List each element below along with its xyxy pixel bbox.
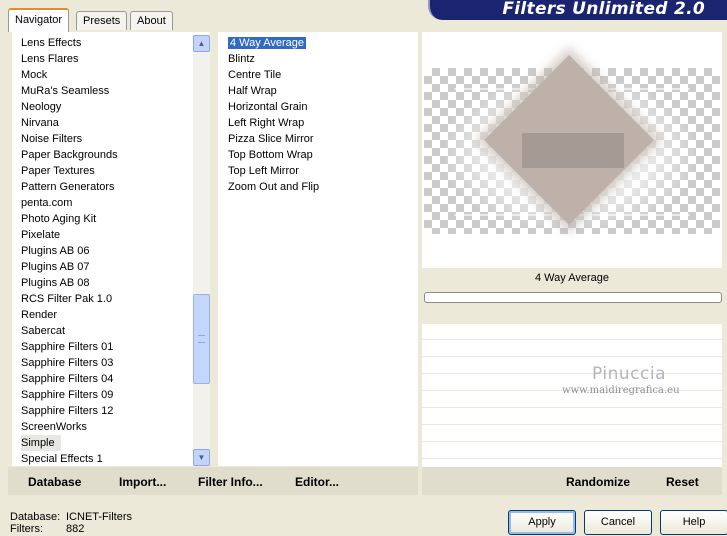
watermark-site: www.maidiregrafica.eu	[562, 385, 680, 396]
progress-bar	[424, 292, 722, 303]
tab-about[interactable]: About	[130, 11, 173, 30]
filter-item[interactable]: Pizza Slice Mirror	[228, 131, 319, 147]
category-item[interactable]: Special Effects 1	[21, 451, 118, 467]
filter-item[interactable]: Top Bottom Wrap	[228, 147, 319, 163]
category-scrollbar[interactable]: ▲ ▼	[193, 35, 210, 466]
category-item[interactable]: Lens Effects	[21, 35, 118, 51]
category-item[interactable]: Paper Backgrounds	[21, 147, 118, 163]
filter-item[interactable]: Blintz	[228, 51, 319, 67]
category-item[interactable]: penta.com	[21, 195, 118, 211]
filter-list: 4 Way Average Blintz Centre Tile Half Wrap H…	[228, 35, 319, 195]
tab-navigator[interactable]: Navigator	[8, 8, 70, 32]
reset-button[interactable]: Reset	[666, 475, 699, 489]
tab-presets[interactable]: Presets	[76, 11, 128, 30]
filter-info-button[interactable]: Filter Info...	[198, 475, 263, 489]
category-item[interactable]: Plugins AB 08	[21, 275, 118, 291]
category-item[interactable]: Sapphire Filters 09	[21, 387, 118, 403]
randomize-button[interactable]: Randomize	[566, 475, 630, 489]
category-item[interactable]: Plugins AB 07	[21, 259, 118, 275]
category-item[interactable]: Sapphire Filters 12	[21, 403, 118, 419]
category-item[interactable]: Simple	[21, 435, 61, 451]
category-item[interactable]: RCS Filter Pak 1.0	[21, 291, 118, 307]
filter-item-label: Blintz	[228, 53, 255, 65]
category-item[interactable]: Sabercat	[21, 323, 118, 339]
category-item[interactable]: Mock	[21, 67, 118, 83]
database-value: ICNET-Filters	[66, 511, 132, 523]
category-list-panel: Lens Effects Lens Flares Mock MuRa's Seamle…	[12, 32, 210, 466]
category-item[interactable]: Sapphire Filters 01	[21, 339, 118, 355]
scrollbar-thumb[interactable]	[193, 294, 210, 384]
filter-item-label: Pizza Slice Mirror	[228, 133, 314, 145]
category-item[interactable]: Render	[21, 307, 118, 323]
category-list: Lens Effects Lens Flares Mock MuRa's Seamle…	[21, 35, 118, 467]
category-item[interactable]: Pixelate	[21, 227, 118, 243]
filter-item[interactable]: Half Wrap	[228, 83, 319, 99]
filter-item[interactable]: Horizontal Grain	[228, 99, 319, 115]
filter-item-label: Top Left Mirror	[228, 165, 299, 177]
category-item[interactable]: Noise Filters	[21, 131, 118, 147]
watermark-name: Pinuccia	[592, 364, 666, 384]
app-title: Filters Unlimited 2.0	[502, 0, 705, 19]
category-item[interactable]: MuRa's Seamless	[21, 83, 118, 99]
filter-item-label: Half Wrap	[228, 85, 277, 97]
editor-button[interactable]: Editor...	[295, 475, 339, 489]
category-item[interactable]: Photo Aging Kit	[21, 211, 118, 227]
filter-item-label: Top Bottom Wrap	[228, 149, 313, 161]
filter-list-panel: 4 Way Average Blintz Centre Tile Half Wrap H…	[218, 32, 418, 466]
category-item[interactable]: Paper Textures	[21, 163, 118, 179]
filter-item-label: Centre Tile	[228, 69, 282, 81]
filter-item-label: Horizontal Grain	[228, 101, 308, 113]
app-banner: Filters Unlimited 2.0	[428, 0, 727, 20]
filter-item[interactable]: Centre Tile	[228, 67, 319, 83]
current-filter-name: 4 Way Average	[535, 272, 609, 284]
preview-image	[424, 55, 720, 234]
chevron-up-icon[interactable]: ▲	[193, 35, 210, 52]
database-label: Database:	[10, 511, 61, 523]
category-item[interactable]: Plugins AB 06	[21, 243, 118, 259]
chevron-down-icon[interactable]: ▼	[193, 449, 210, 466]
import-button[interactable]: Import...	[119, 475, 166, 489]
footer-info: Database: ICNET-Filters Filters: 882	[10, 511, 132, 535]
filters-count-label: Filters:	[10, 523, 43, 535]
cancel-button[interactable]: Cancel	[584, 510, 652, 535]
filter-item[interactable]: Left Right Wrap	[228, 115, 319, 131]
filter-item-label: 4 Way Average	[228, 37, 306, 49]
category-item[interactable]: Sapphire Filters 04	[21, 371, 118, 387]
filter-item[interactable]: 4 Way Average	[228, 35, 319, 51]
category-item[interactable]: Nirvana	[21, 115, 118, 131]
filter-item-label: Zoom Out and Flip	[228, 181, 320, 193]
category-item[interactable]: Sapphire Filters 03	[21, 355, 118, 371]
category-item[interactable]: Lens Flares	[21, 51, 118, 67]
apply-button[interactable]: Apply	[508, 510, 576, 535]
filter-item[interactable]: Top Left Mirror	[228, 163, 319, 179]
category-item[interactable]: Neology	[21, 99, 118, 115]
help-button[interactable]: Help	[660, 510, 727, 535]
filter-item[interactable]: Zoom Out and Flip	[228, 179, 319, 195]
filter-item-label: Left Right Wrap	[228, 117, 305, 129]
filters-count-value: 882	[66, 523, 85, 535]
database-button[interactable]: Database	[28, 475, 81, 489]
category-item[interactable]: Pattern Generators	[21, 179, 118, 195]
category-item[interactable]: ScreenWorks	[21, 419, 118, 435]
